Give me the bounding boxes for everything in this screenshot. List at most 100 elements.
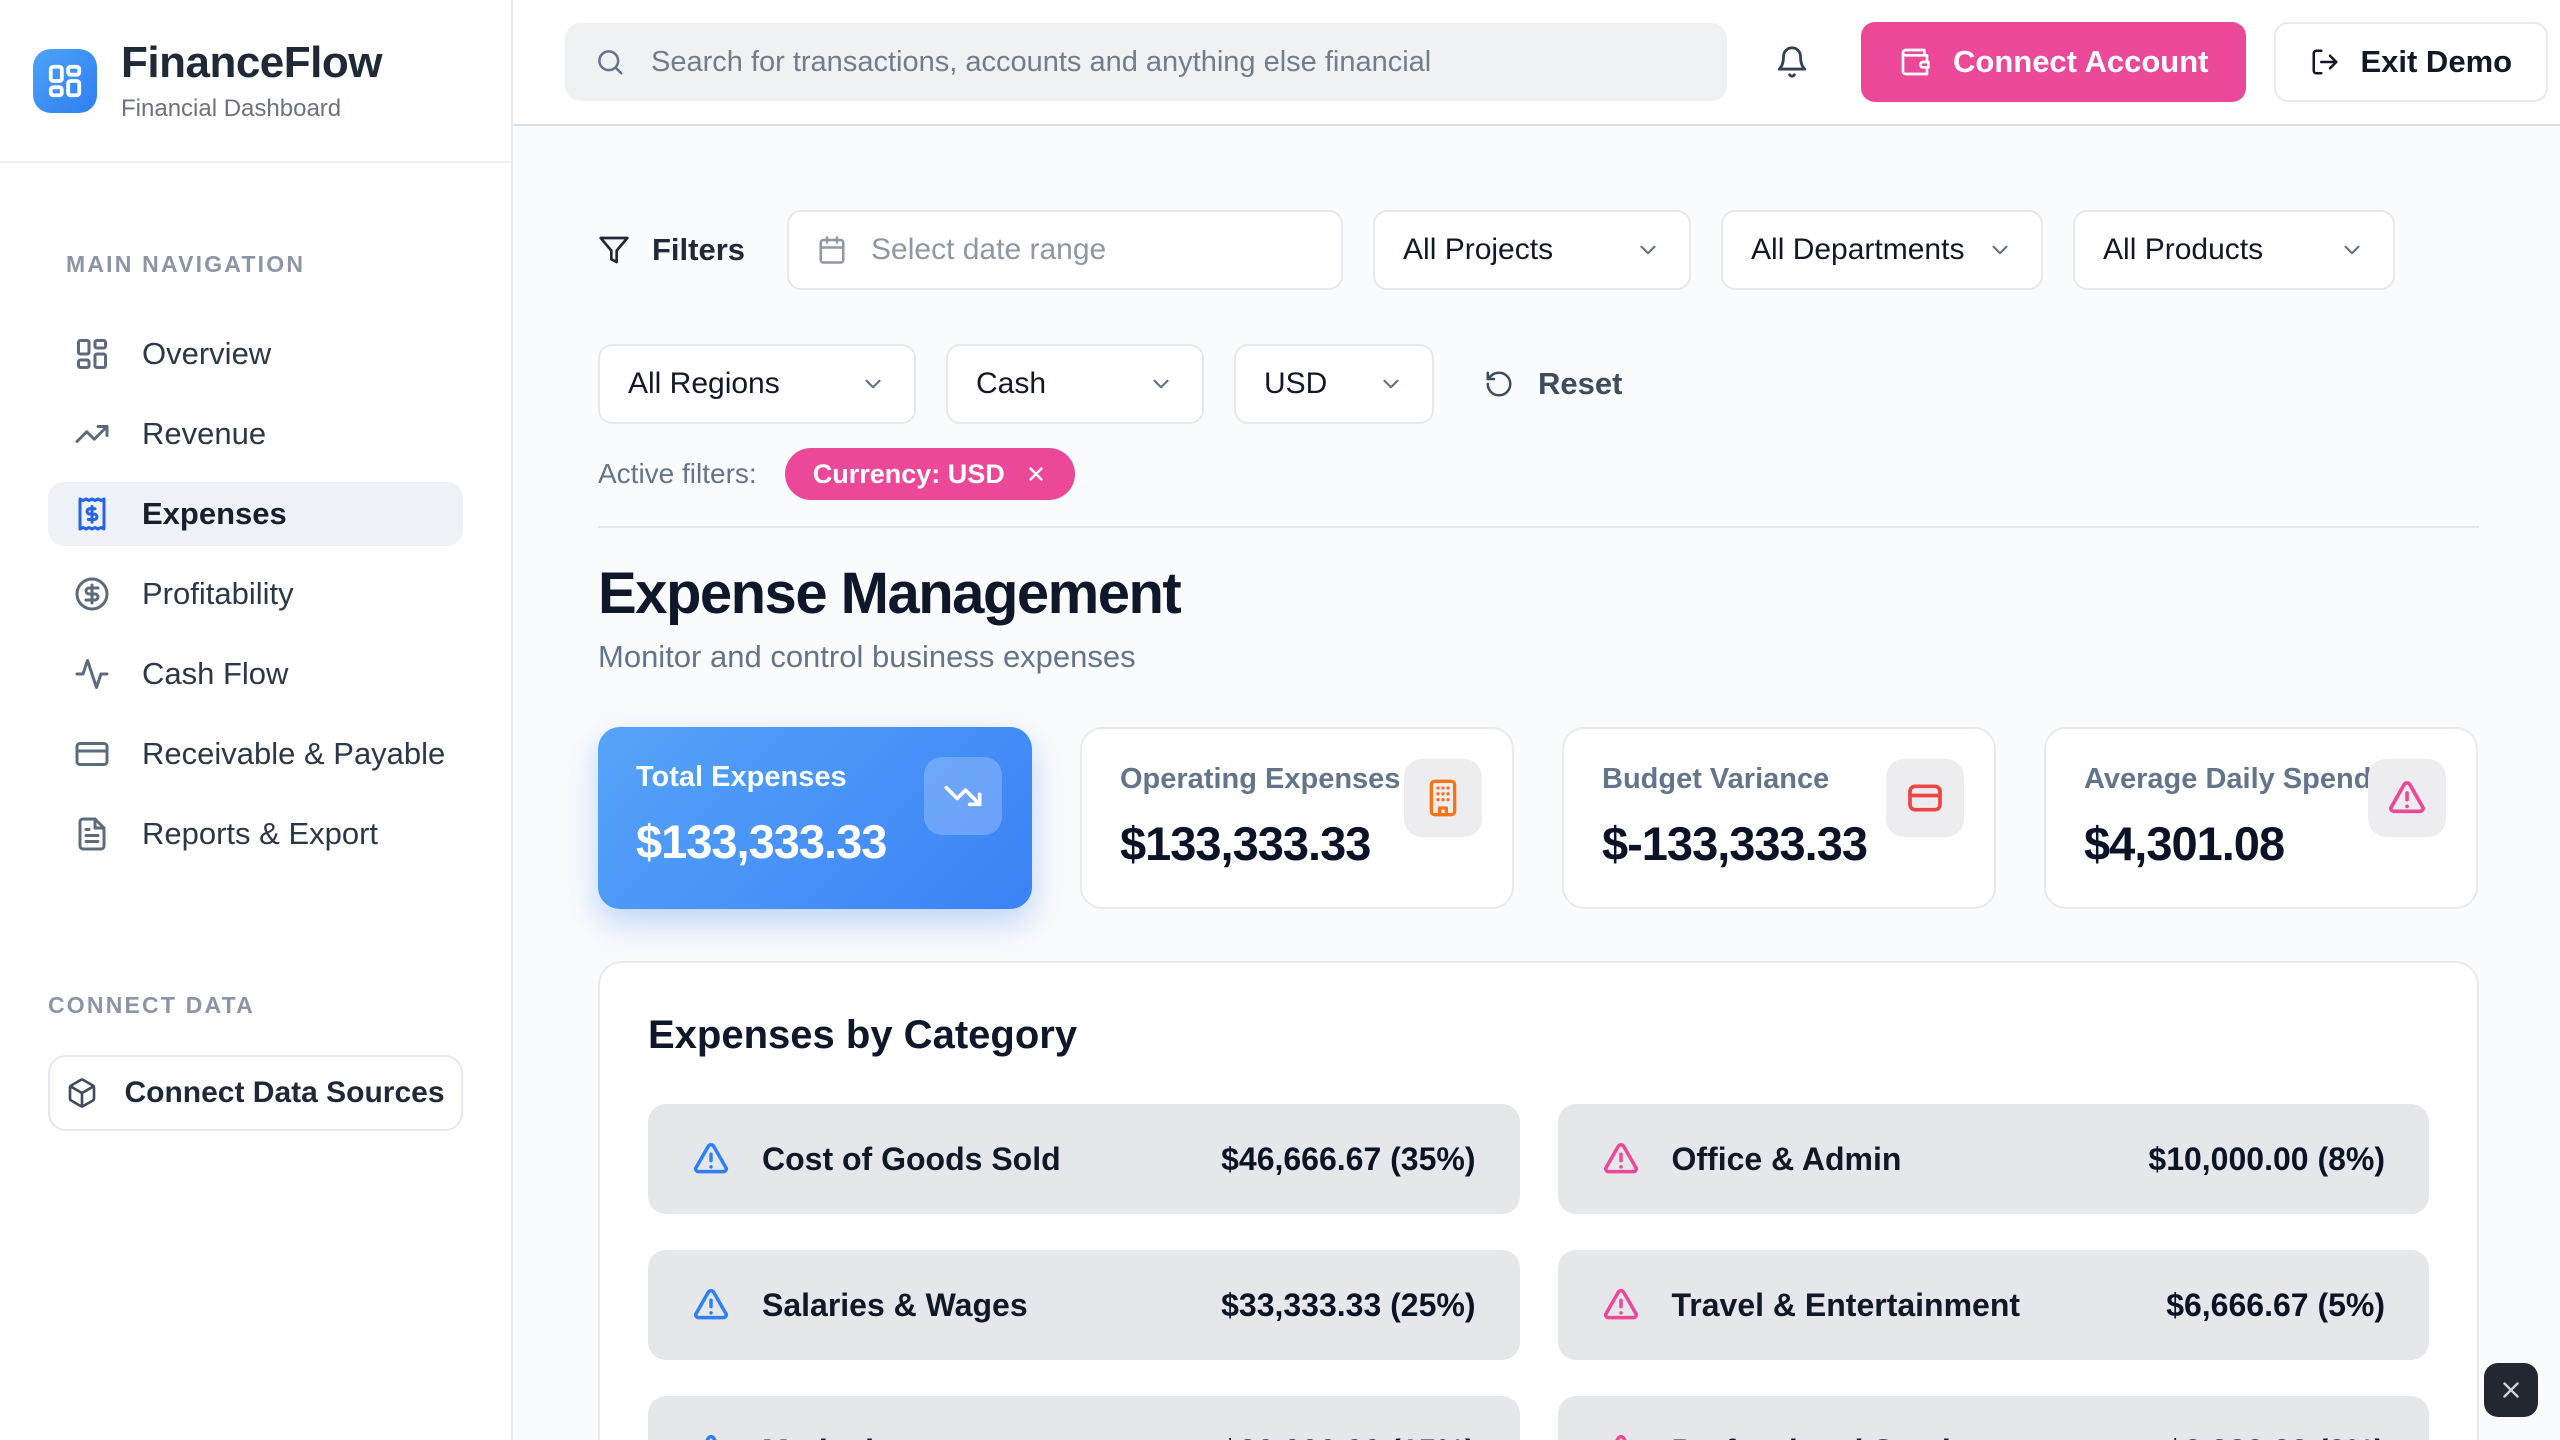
top-header: Connect Account Exit Demo [513, 0, 2560, 126]
category-label: Salaries & Wages [762, 1287, 1189, 1324]
credit-card-icon [1886, 759, 1964, 837]
projects-select[interactable]: All Projects [1373, 210, 1691, 290]
currency-select-value: USD [1264, 367, 1327, 401]
currency-filter-chip[interactable]: Currency: USD [785, 448, 1075, 500]
rotate-ccw-icon [1484, 369, 1514, 399]
credit-card-icon [74, 736, 110, 772]
projects-select-value: All Projects [1403, 233, 1553, 267]
filters-label: Filters [652, 232, 745, 268]
category-value: $20,000.00 (15%) [1221, 1433, 1475, 1440]
sidebar: FinanceFlow Financial Dashboard MAIN NAV… [0, 0, 513, 1440]
reset-filters-button[interactable]: Reset [1484, 366, 1622, 402]
dashboard-grid-icon [74, 336, 110, 372]
active-filters-label: Active filters: [598, 458, 757, 490]
connect-account-label: Connect Account [1953, 44, 2208, 80]
active-filters-row: Active filters: Currency: USD [598, 448, 2479, 500]
calendar-icon [817, 235, 847, 265]
brand-text: FinanceFlow Financial Dashboard [121, 38, 382, 123]
stat-card-budget-variance[interactable]: Budget Variance $-133,333.33 [1562, 727, 1996, 909]
alert-triangle-icon [2368, 759, 2446, 837]
sidebar-item-overview[interactable]: Overview [48, 322, 463, 386]
sidebar-item-label: Profitability [142, 576, 294, 612]
category-row-professional-services[interactable]: Professional Services $3,333.33 (3%) [1558, 1396, 2430, 1440]
connect-data-sources-button[interactable]: Connect Data Sources [48, 1055, 463, 1131]
bell-icon [1775, 45, 1809, 79]
sidebar-item-receivable-payable[interactable]: Receivable & Payable [48, 722, 463, 786]
alert-triangle-icon [692, 1140, 730, 1178]
category-row-salaries-wages[interactable]: Salaries & Wages $33,333.33 (25%) [648, 1250, 1520, 1360]
wallet-icon [1899, 46, 1931, 78]
chevron-down-icon [1635, 237, 1661, 263]
app-title: FinanceFlow [121, 38, 382, 88]
currency-select[interactable]: USD [1234, 344, 1434, 424]
category-row-marketing[interactable]: Marketing $20,000.00 (15%) [648, 1396, 1520, 1440]
stat-card-average-daily-spend[interactable]: Average Daily Spend $4,301.08 [2044, 727, 2478, 909]
connect-section-label: CONNECT DATA [48, 992, 463, 1019]
category-value: $10,000.00 (8%) [2148, 1141, 2385, 1178]
package-icon [66, 1077, 98, 1109]
regions-select[interactable]: All Regions [598, 344, 916, 424]
sidebar-item-reports-export[interactable]: Reports & Export [48, 802, 463, 866]
app-logo [33, 49, 97, 113]
sidebar-item-cash-flow[interactable]: Cash Flow [48, 642, 463, 706]
departments-select[interactable]: All Departments [1721, 210, 2043, 290]
reset-label: Reset [1538, 366, 1622, 402]
notifications-button[interactable] [1775, 45, 1809, 79]
exit-demo-button[interactable]: Exit Demo [2274, 22, 2548, 102]
chevron-down-icon [1148, 371, 1174, 397]
close-widget-button[interactable] [2484, 1363, 2538, 1417]
chevron-down-icon [1987, 237, 2013, 263]
sidebar-item-label: Expenses [142, 496, 287, 532]
connect-account-button[interactable]: Connect Account [1861, 22, 2246, 102]
sidebar-item-expenses[interactable]: Expenses [48, 482, 463, 546]
sidebar-item-revenue[interactable]: Revenue [48, 402, 463, 466]
section-divider [598, 526, 2479, 528]
alert-triangle-icon [1602, 1432, 1640, 1440]
payment-type-select[interactable]: Cash [946, 344, 1204, 424]
search-icon [595, 47, 625, 77]
filters-label-group: Filters [598, 232, 745, 268]
sidebar-item-label: Revenue [142, 416, 266, 452]
date-range-input[interactable]: Select date range [787, 210, 1343, 290]
main-content: Filters Select date range All Projects A… [513, 126, 2560, 1440]
date-range-placeholder: Select date range [871, 233, 1106, 267]
filters-row-2: All Regions Cash USD Reset [598, 344, 2479, 424]
category-row-office-admin[interactable]: Office & Admin $10,000.00 (8%) [1558, 1104, 2430, 1214]
regions-select-value: All Regions [628, 367, 780, 401]
brand-header: FinanceFlow Financial Dashboard [0, 0, 511, 163]
global-search[interactable] [565, 23, 1727, 101]
main-navigation: Overview Revenue Expenses Profitability … [0, 278, 511, 866]
close-icon[interactable] [1025, 463, 1047, 485]
categories-title: Expenses by Category [648, 1013, 2429, 1058]
category-value: $6,666.67 (5%) [2166, 1287, 2385, 1324]
expenses-by-category-card: Expenses by Category Cost of Goods Sold … [598, 961, 2479, 1440]
page-subtitle: Monitor and control business expenses [598, 639, 2479, 675]
category-row-travel-entertainment[interactable]: Travel & Entertainment $6,666.67 (5%) [1558, 1250, 2430, 1360]
stat-card-total-expenses[interactable]: Total Expenses $133,333.33 [598, 727, 1032, 909]
connect-button-label: Connect Data Sources [124, 1076, 444, 1110]
category-value: $3,333.33 (3%) [2166, 1433, 2385, 1440]
category-label: Cost of Goods Sold [762, 1141, 1189, 1178]
activity-icon [74, 656, 110, 692]
payment-type-select-value: Cash [976, 367, 1046, 401]
chevron-down-icon [860, 371, 886, 397]
chevron-down-icon [1378, 371, 1404, 397]
search-input[interactable] [651, 46, 1691, 79]
receipt-icon [74, 496, 110, 532]
funnel-icon [598, 234, 630, 266]
category-label: Office & Admin [1672, 1141, 2117, 1178]
page-title: Expense Management [598, 560, 2479, 627]
category-label: Travel & Entertainment [1672, 1287, 2135, 1324]
building-icon [1404, 759, 1482, 837]
category-row-cost-of-goods-sold[interactable]: Cost of Goods Sold $46,666.67 (35%) [648, 1104, 1520, 1214]
products-select[interactable]: All Products [2073, 210, 2395, 290]
departments-select-value: All Departments [1751, 233, 1964, 267]
stat-card-operating-expenses[interactable]: Operating Expenses $133,333.33 [1080, 727, 1514, 909]
alert-triangle-icon [692, 1432, 730, 1440]
sidebar-item-profitability[interactable]: Profitability [48, 562, 463, 626]
trending-up-icon [74, 416, 110, 452]
chevron-down-icon [2339, 237, 2365, 263]
connect-data-section: CONNECT DATA Connect Data Sources [0, 992, 511, 1131]
currency-chip-label: Currency: USD [813, 459, 1005, 490]
alert-triangle-icon [1602, 1286, 1640, 1324]
